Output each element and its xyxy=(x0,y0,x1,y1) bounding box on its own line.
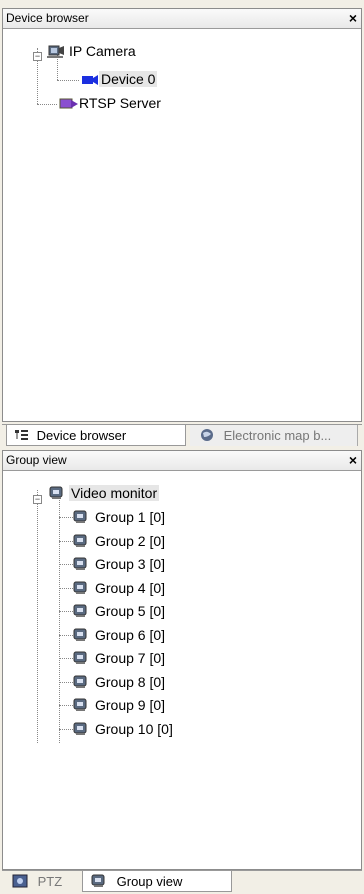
tree-node-device-0[interactable]: Device 0 xyxy=(99,69,158,89)
group-label: Group 10 [0] xyxy=(95,720,173,737)
device-tree: − IP Camera Device 0 RTSP Server xyxy=(3,29,361,419)
tree-node-group[interactable]: Group 4 [0] xyxy=(93,578,167,598)
expand-ip-camera-toggle[interactable]: − xyxy=(33,52,42,61)
expand-video-monitor-toggle[interactable]: − xyxy=(33,495,42,504)
tab-electronic-map[interactable]: Electronic map b... xyxy=(190,425,358,446)
group-label: Group 5 [0] xyxy=(95,603,166,619)
tab-ptz[interactable]: PTZ xyxy=(8,871,80,892)
group-label: Group 1 [0] xyxy=(95,509,166,525)
tree-node-group[interactable]: Group 6 [0] xyxy=(93,625,167,645)
device-browser-tabbar: Device browser Electronic map b... xyxy=(2,424,362,447)
group-label: Group 3 [0] xyxy=(95,556,166,572)
group-label: Group 9 [0] xyxy=(95,697,166,713)
tab-electronic-map-label: Electronic map b... xyxy=(223,428,332,443)
group-view-icon xyxy=(91,874,105,887)
group-monitor-icon xyxy=(73,651,87,664)
tab-group-view[interactable]: Group view xyxy=(82,871,232,892)
tree-node-rtsp-server[interactable]: RTSP Server xyxy=(77,93,163,113)
group-label: Group 6 [0] xyxy=(95,626,166,643)
close-device-browser-button[interactable]: × xyxy=(349,9,357,27)
group-view-header: Group view × xyxy=(3,451,361,471)
tree-node-ip-camera[interactable]: IP Camera xyxy=(67,41,138,61)
tree-view-icon xyxy=(15,430,28,440)
group-view-title: Group view xyxy=(6,453,67,467)
group-monitor-icon xyxy=(73,581,87,594)
tree-node-group[interactable]: Group 5 [0] xyxy=(93,601,167,621)
tree-node-group[interactable]: Group 8 [0] xyxy=(93,672,167,692)
group-label: Group 2 [0] xyxy=(95,532,166,549)
tree-node-group[interactable]: Group 7 [0] xyxy=(93,648,167,668)
group-monitor-icon xyxy=(73,534,87,547)
video-monitor-label: Video monitor xyxy=(69,485,160,501)
group-tree: − Video monitor Group 1 [0] Group 2 [0] Gr… xyxy=(3,471,361,867)
group-monitor-icon xyxy=(73,604,87,617)
close-group-view-button[interactable]: × xyxy=(349,451,357,469)
device-browser-panel: Device browser × − IP Camera Device 0 RT… xyxy=(2,8,362,422)
group-label: Group 4 [0] xyxy=(95,579,166,596)
rtsp-server-label: RTSP Server xyxy=(79,95,161,111)
tree-node-group[interactable]: Group 10 [0] xyxy=(93,719,175,739)
tab-group-view-label: Group view xyxy=(116,874,183,889)
group-monitor-icon xyxy=(73,722,87,735)
tree-node-group[interactable]: Group 1 [0] xyxy=(93,507,167,527)
ip-camera-label: IP Camera xyxy=(69,43,136,59)
ptz-icon xyxy=(12,874,28,888)
group-label: Group 7 [0] xyxy=(95,650,166,666)
group-view-panel: Group view × − Video monitor Group 1 [0]… xyxy=(2,450,362,870)
globe-icon xyxy=(201,429,213,441)
device-browser-header: Device browser × xyxy=(3,9,361,29)
tree-node-group[interactable]: Group 3 [0] xyxy=(93,554,167,574)
tree-node-video-monitor[interactable]: Video monitor xyxy=(69,483,160,503)
group-monitor-icon xyxy=(73,557,87,570)
tree-node-group[interactable]: Group 2 [0] xyxy=(93,531,167,551)
tree-node-group[interactable]: Group 9 [0] xyxy=(93,695,167,715)
ip-camera-icon xyxy=(47,45,64,58)
group-view-tabbar: PTZ Group view xyxy=(2,870,362,893)
rtsp-server-icon xyxy=(59,98,78,109)
group-monitor-icon xyxy=(73,510,87,523)
group-monitor-icon xyxy=(73,698,87,711)
tab-device-browser[interactable]: Device browser xyxy=(6,425,186,446)
device-camera-icon xyxy=(82,75,98,85)
tab-ptz-label: PTZ xyxy=(37,874,63,889)
group-label: Group 8 [0] xyxy=(95,673,166,690)
tab-device-browser-label: Device browser xyxy=(36,428,127,443)
device-browser-title: Device browser xyxy=(6,11,89,25)
device-0-label: Device 0 xyxy=(99,71,158,87)
group-monitor-icon xyxy=(73,628,87,641)
video-monitor-icon xyxy=(49,486,63,499)
group-monitor-icon xyxy=(73,675,87,688)
